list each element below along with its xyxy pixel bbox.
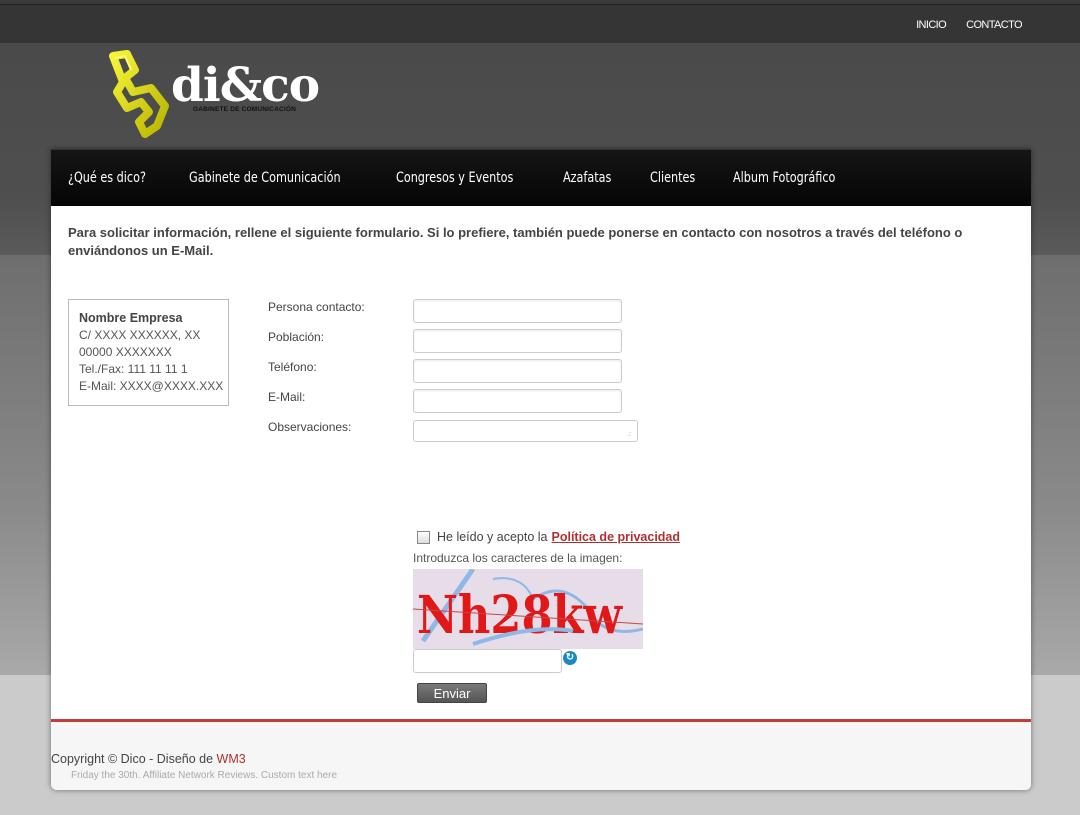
captcha-graphic: Nh28kw <box>413 569 643 649</box>
intro-text: Para solicitar información, rellene el s… <box>68 225 963 258</box>
poblacion-label: Población: <box>268 330 325 344</box>
resize-grip-icon[interactable]: .: <box>627 431 631 438</box>
logo-text: di&co <box>171 58 320 113</box>
main-panel: ¿Qué es dico? Gabinete de Comunicación C… <box>51 149 1031 790</box>
top-link-inicio[interactable]: INICIO <box>916 19 947 31</box>
nav-item-que-es-dico[interactable]: ¿Qué es dico? <box>68 170 146 186</box>
footer: Copyright © Dico - Diseño de WM3 Friday … <box>51 719 1031 790</box>
address-email: E-Mail: XXXX@XXXX.XXX <box>79 379 224 393</box>
address-box: Nombre Empresa C/ XXXX XXXXXX, XX 00000 … <box>68 299 229 406</box>
privacy-policy-link[interactable]: Política de privacidad <box>552 530 681 544</box>
main-nav: ¿Qué es dico? Gabinete de Comunicación C… <box>51 149 1031 206</box>
custom-footer-text: Friday the 30th. Affiliate Network Revie… <box>71 770 338 781</box>
top-links: INICIO CONTACTO <box>916 19 1023 31</box>
email-label: E-Mail: <box>268 390 306 404</box>
persona-contacto-input[interactable] <box>413 299 622 323</box>
persona-contacto-label: Persona contacto: <box>268 300 365 314</box>
privacy-checkbox[interactable] <box>417 531 430 544</box>
copyright-text: Copyright © Dico - Diseño de <box>51 752 214 766</box>
observaciones-label: Observaciones: <box>268 420 352 434</box>
designer-link[interactable]: WM3 <box>217 752 246 766</box>
submit-button[interactable]: Enviar <box>417 683 487 703</box>
address-phone: Tel./Fax: 111 11 11 1 <box>79 362 188 376</box>
copyright: Copyright © Dico - Diseño de WM3 <box>51 752 246 766</box>
poblacion-input[interactable] <box>413 329 622 353</box>
company-name: Nombre Empresa <box>79 311 183 325</box>
email-input[interactable] <box>413 389 622 413</box>
privacy-prefix: He leído y acepto la <box>437 529 548 544</box>
telefono-input[interactable] <box>413 359 622 383</box>
captcha-image: Nh28kw <box>413 569 643 649</box>
logo-subtitle: GABINETE DE COMUNICACIÓN <box>193 106 297 113</box>
chain-link-logo-icon <box>109 50 169 138</box>
address-city: 00000 XXXXXXX <box>79 345 172 359</box>
captcha-label: Introduzca los caracteres de la imagen: <box>413 551 623 565</box>
nav-item-clientes[interactable]: Clientes <box>650 170 695 186</box>
observaciones-textarea[interactable]: .: <box>413 420 638 442</box>
captcha-input[interactable] <box>413 649 562 673</box>
telefono-label: Teléfono: <box>268 360 317 374</box>
nav-item-gabinete[interactable]: Gabinete de Comunicación <box>189 170 341 186</box>
address-street: C/ XXXX XXXXXX, XX <box>79 328 201 342</box>
site-logo[interactable]: di&co GABINETE DE COMUNICACIÓN <box>105 48 335 138</box>
nav-item-album[interactable]: Album Fotográfico <box>733 170 835 186</box>
top-link-contacto[interactable]: CONTACTO <box>966 19 1023 31</box>
nav-item-azafatas[interactable]: Azafatas <box>563 170 611 186</box>
refresh-captcha-icon[interactable]: ↻ <box>563 651 577 665</box>
nav-item-congresos[interactable]: Congresos y Eventos <box>396 170 513 186</box>
privacy-row: He leído y acepto la Política de privaci… <box>417 529 680 544</box>
main-nav-items: ¿Qué es dico? Gabinete de Comunicación C… <box>68 170 882 186</box>
top-bar: INICIO CONTACTO <box>0 4 1080 44</box>
